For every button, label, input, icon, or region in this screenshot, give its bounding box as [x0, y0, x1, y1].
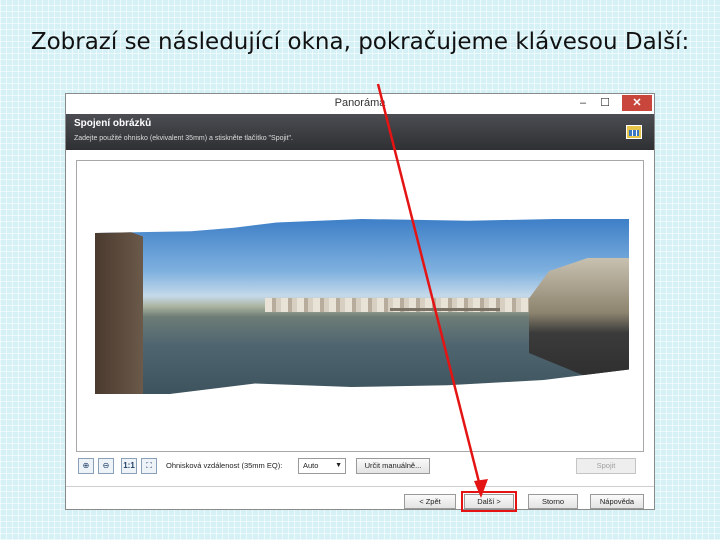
panorama-left-bank: [95, 219, 143, 394]
window-title: Panoráma: [334, 97, 386, 109]
help-button[interactable]: Nápověda: [590, 494, 644, 509]
cancel-button[interactable]: Storno: [528, 494, 578, 509]
chevron-down-icon: ▼: [335, 462, 342, 469]
wizard-header: Spojení obrázků Zadejte použité ohnisko …: [66, 114, 654, 150]
next-button[interactable]: Další >: [461, 491, 517, 512]
focal-length-select[interactable]: Auto ▼: [298, 458, 346, 474]
preview-toolbar: ⊕ ⊖ 1:1 ⛶ Ohnisková vzdálenost (35mm EQ)…: [78, 458, 644, 476]
manual-focal-button[interactable]: Určit manuálně...: [356, 458, 430, 474]
window-titlebar: Panoráma – ☐ ✕: [66, 94, 654, 114]
focal-length-label: Ohnisková vzdálenost (35mm EQ):: [166, 461, 283, 470]
panorama-window: Panoráma – ☐ ✕ Spojení obrázků Zadejte p…: [65, 93, 655, 512]
zoom-out-icon[interactable]: ⊖: [98, 458, 114, 474]
panorama-right-bank: [529, 257, 629, 394]
panorama-preview: [76, 160, 644, 452]
footer-separator: [66, 486, 654, 487]
fit-to-window-icon[interactable]: ⛶: [141, 458, 157, 474]
zoom-in-icon[interactable]: ⊕: [78, 458, 94, 474]
close-icon[interactable]: ✕: [622, 95, 652, 111]
focal-length-value: Auto: [303, 461, 319, 470]
slide-title: Zobrazí se následující okna, pokračujeme…: [30, 29, 690, 55]
minimize-icon[interactable]: –: [572, 95, 594, 111]
maximize-icon[interactable]: ☐: [594, 95, 616, 111]
back-button[interactable]: < Zpět: [404, 494, 456, 509]
actual-size-button[interactable]: 1:1: [121, 458, 137, 474]
panorama-icon: [626, 125, 642, 139]
panorama-image: [95, 219, 629, 394]
header-title: Spojení obrázků: [74, 118, 152, 129]
header-description: Zadejte použité ohnisko (ekvivalent 35mm…: [74, 135, 293, 142]
panorama-bridge: [390, 308, 500, 312]
stitch-button[interactable]: Spojit: [576, 458, 636, 474]
